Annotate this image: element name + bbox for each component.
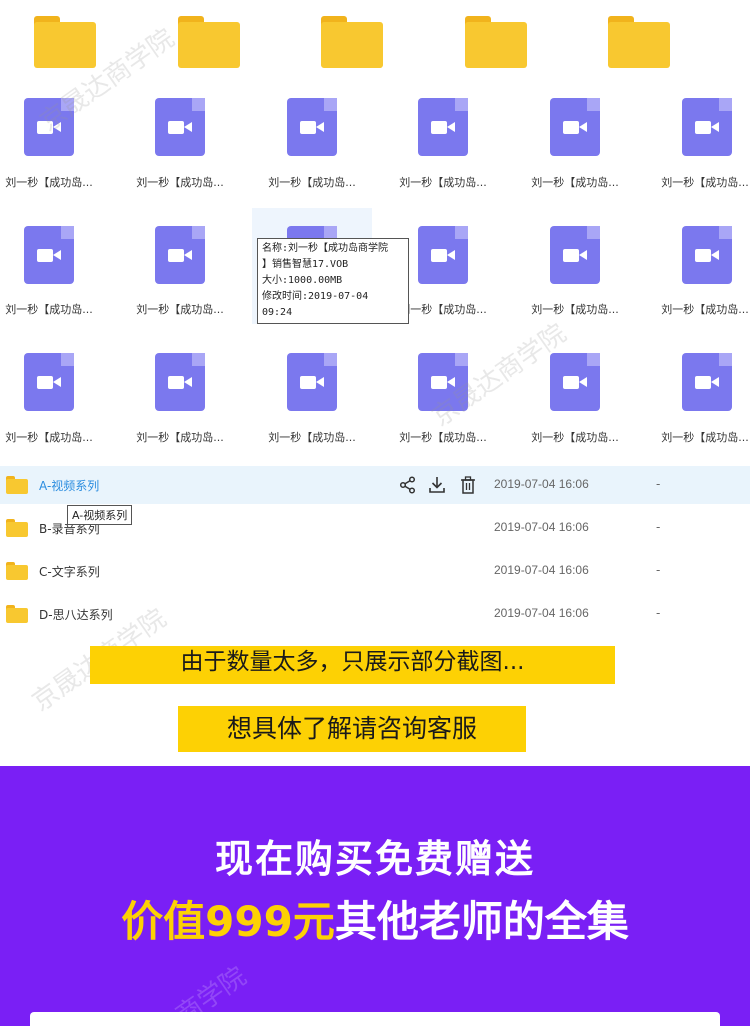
contact-banner: 想具体了解请咨询客服 (178, 706, 526, 752)
file-name[interactable]: 刘一秒【成功岛... (650, 174, 750, 190)
video-file-icon[interactable] (287, 353, 337, 411)
file-name[interactable]: 刘一秒【成功岛... (388, 429, 498, 445)
modified-date: 2019-07-04 16:06 (494, 606, 589, 620)
video-file-icon[interactable] (550, 226, 600, 284)
folder-icon[interactable] (465, 16, 527, 68)
file-size: - (656, 563, 661, 577)
folder-name[interactable]: D-思八达系列 (39, 606, 113, 623)
video-file-icon[interactable] (550, 98, 600, 156)
promo-subheadline: 价值999元其他老师的全集 (0, 888, 750, 949)
video-file-icon[interactable] (418, 226, 468, 284)
video-file-icon[interactable] (155, 226, 205, 284)
file-name[interactable]: 刘一秒【成功岛... (125, 301, 235, 317)
promo-section: 现在购买免费赠送 价值999元其他老师的全集 京晟达商学院 (0, 766, 750, 1026)
video-file-icon[interactable] (155, 353, 205, 411)
file-name[interactable]: 刘一秒【成功岛... (520, 301, 630, 317)
video-file-icon[interactable] (24, 353, 74, 411)
video-file-icon[interactable] (24, 226, 74, 284)
folder-icon (6, 476, 28, 494)
folder-icon (6, 562, 28, 580)
video-file-icon[interactable] (155, 98, 205, 156)
delete-icon[interactable] (458, 475, 478, 495)
folder-icon[interactable] (608, 16, 670, 68)
file-size: - (656, 477, 661, 491)
tooltip-name-line2: 】销售智慧17.VOB (262, 259, 349, 270)
video-file-icon[interactable] (287, 98, 337, 156)
file-name[interactable]: 刘一秒【成功岛... (0, 429, 104, 445)
file-size: - (656, 520, 661, 534)
tooltip-size: 大小:1000.00MB (262, 275, 343, 286)
promo-highlight: 价值999元 (121, 897, 335, 946)
list-item[interactable]: A-视频系列 2019-07-04 16:06 - (0, 466, 750, 504)
file-name[interactable]: 刘一秒【成功岛... (520, 429, 630, 445)
modified-date: 2019-07-04 16:06 (494, 477, 589, 491)
list-item[interactable]: C-文字系列 2019-07-04 16:06 - (0, 552, 750, 590)
row-actions (398, 475, 480, 495)
file-name[interactable]: 刘一秒【成功岛... (125, 174, 235, 190)
video-file-icon[interactable] (24, 98, 74, 156)
folder-icon (6, 605, 28, 623)
file-name[interactable]: 刘一秒【成功岛... (125, 429, 235, 445)
promo-card (30, 1012, 720, 1026)
file-info-tooltip: 名称:刘一秒【成功岛商学院 】销售智慧17.VOB 大小:1000.00MB 修… (257, 238, 409, 324)
notice-banner: 由于数量太多，只展示部分截图... (90, 646, 615, 684)
file-size: - (656, 606, 661, 620)
file-name[interactable]: 刘一秒【成功岛... (520, 174, 630, 190)
modified-date: 2019-07-04 16:06 (494, 563, 589, 577)
file-name[interactable]: 刘一秒【成功岛... (650, 301, 750, 317)
name-tooltip: A-视频系列 (67, 505, 133, 525)
folder-icon[interactable] (34, 16, 96, 68)
video-file-icon[interactable] (682, 353, 732, 411)
folder-icon (6, 519, 28, 537)
download-icon[interactable] (427, 475, 447, 495)
modified-date: 2019-07-04 16:06 (494, 520, 589, 534)
share-icon[interactable] (398, 475, 418, 495)
folder-icon[interactable] (321, 16, 383, 68)
video-file-icon[interactable] (682, 226, 732, 284)
promo-headline: 现在购买免费赠送 (214, 837, 535, 881)
file-name[interactable]: 刘一秒【成功岛... (650, 429, 750, 445)
video-file-icon[interactable] (550, 353, 600, 411)
video-file-icon[interactable] (418, 353, 468, 411)
file-name[interactable]: 刘一秒【成功岛... (0, 301, 104, 317)
folder-name[interactable]: A-视频系列 (39, 477, 99, 494)
file-name[interactable]: 刘一秒【成功岛... (0, 174, 104, 190)
tooltip-modified: 修改时间:2019-07-04 09:24 (262, 291, 369, 318)
list-item[interactable]: D-思八达系列 2019-07-04 16:06 - (0, 595, 750, 633)
folder-icon[interactable] (178, 16, 240, 68)
promo-rest: 其他老师的全集 (334, 897, 629, 946)
video-file-icon[interactable] (418, 98, 468, 156)
file-grid: 刘一秒【成功岛... 刘一秒【成功岛... 刘一秒【成功岛... 刘一秒【成功岛… (0, 0, 750, 460)
file-name[interactable]: 刘一秒【成功岛... (257, 429, 367, 445)
video-file-icon[interactable] (682, 98, 732, 156)
tooltip-name-line1: 名称:刘一秒【成功岛商学院 (262, 243, 389, 254)
folder-name[interactable]: C-文字系列 (39, 563, 100, 580)
file-name[interactable]: 刘一秒【成功岛... (257, 174, 367, 190)
file-name[interactable]: 刘一秒【成功岛... (388, 174, 498, 190)
